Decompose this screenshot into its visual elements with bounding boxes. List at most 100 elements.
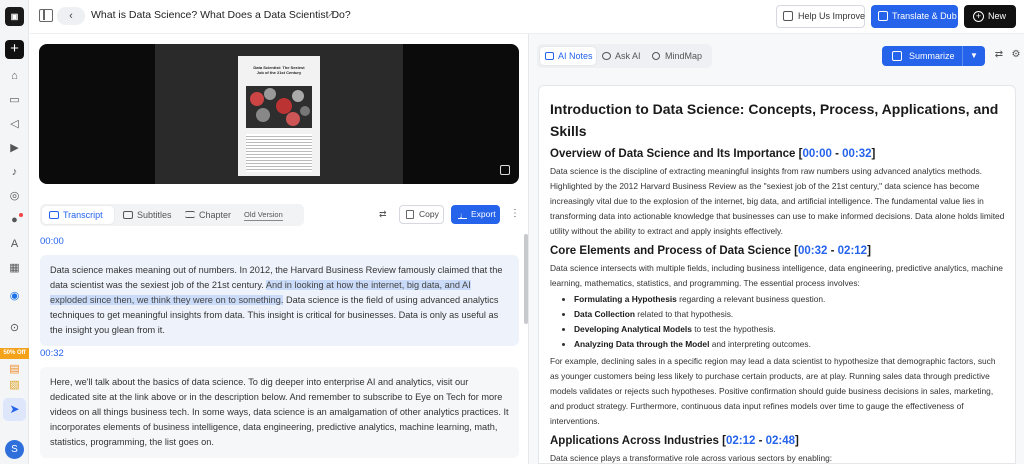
copy-icon — [406, 210, 414, 219]
notes-paragraph: Data science plays a transformative role… — [550, 453, 833, 463]
summarize-dropdown-chevron-icon[interactable]: ▼ — [962, 46, 985, 66]
home-icon[interactable]: ⌂ — [6, 68, 23, 85]
more-options-icon[interactable]: ⋮ — [510, 208, 520, 220]
settings-gear-icon[interactable]: ⚙ — [1010, 49, 1022, 61]
tab-ai-notes-label: AI Notes — [558, 51, 593, 61]
notes-paragraph: For example, declining sales in a specif… — [550, 356, 996, 426]
list-item: Data Collection related to that hypothes… — [574, 307, 1005, 322]
segment-text[interactable]: Data science makes meaning out of number… — [40, 255, 519, 346]
page-title: What is Data Science? What Does a Data S… — [91, 9, 351, 21]
timestamp-link[interactable]: 02:12 — [726, 435, 755, 447]
tab-transcript[interactable]: Transcript — [42, 206, 114, 224]
fullscreen-icon[interactable] — [500, 165, 510, 175]
copy-button[interactable]: Copy — [399, 205, 444, 224]
app-logo-icon[interactable]: ▣ — [5, 7, 24, 26]
tab-transcript-label: Transcript — [63, 210, 103, 220]
plus-circle-icon: + — [973, 11, 984, 22]
transcript-segment[interactable]: 00:00 Data science makes meaning out of … — [40, 236, 519, 346]
translate-icon — [878, 11, 888, 21]
top-bar: ‹ What is Data Science? What Does a Data… — [30, 0, 1024, 34]
mindmap-icon — [652, 52, 660, 60]
podcast-icon[interactable]: ● — [6, 212, 23, 229]
new-plus-button[interactable]: + — [5, 40, 24, 59]
notes-section-heading: Overview of Data Science and Its Importa… — [550, 148, 876, 160]
notes-paragraph: Data science intersects with multiple fi… — [550, 263, 1003, 288]
section-heading-text: Applications Across Industries — [550, 435, 723, 447]
notes-title: Introduction to Data Science: Concepts, … — [550, 101, 999, 139]
help-label: Help Us Improve — [798, 11, 866, 21]
list-item: Formulating a Hypothesis regarding a rel… — [574, 292, 1005, 307]
video-document-page: Data Scientist: The Sexiest Job of the 2… — [238, 56, 320, 176]
segment-timestamp[interactable]: 00:32 — [40, 348, 519, 360]
transcript-segment[interactable]: 00:32 Here, we'll talk about the basics … — [40, 348, 519, 458]
tab-ask-ai[interactable]: Ask AI — [597, 47, 647, 65]
section-heading-text: Overview of Data Science and Its Importa… — [550, 148, 799, 160]
instagram-icon[interactable]: ◎ — [6, 188, 23, 205]
tab-mindmap-label: MindMap — [665, 51, 703, 61]
summarize-button[interactable]: Summarize ▼ — [882, 46, 985, 66]
translate-label: Translate & Dub — [892, 11, 957, 21]
extension-icon[interactable]: ⊙ — [6, 320, 23, 337]
rocket-icon[interactable]: ➤ — [3, 398, 26, 421]
cc-icon — [49, 211, 59, 219]
summarize-label: Summarize — [909, 51, 955, 61]
help-us-improve-button[interactable]: Help Us Improve — [776, 5, 865, 28]
timestamp-link[interactable]: 00:32 — [798, 245, 827, 257]
segment-text[interactable]: Here, we'll talk about the basics of dat… — [40, 367, 519, 458]
video-poster-art — [246, 86, 312, 128]
feedback-icon — [783, 11, 793, 21]
notes-tabs: AI Notes Ask AI MindMap — [537, 44, 712, 68]
video-poster-title: Data Scientist: The Sexiest Job of the 2… — [253, 65, 305, 75]
ai-chat-icon — [602, 52, 611, 60]
left-rail: ▣ + ⌂ ▭ ◁ ▶ ♪ ◎ ● A ▦ ◉ ⊙ 50% Off ▤ ▧ ➤ … — [0, 0, 29, 464]
tiktok-icon[interactable]: ♪ — [6, 164, 23, 181]
copy-label: Copy — [419, 209, 439, 219]
youtube-icon[interactable]: ▶ — [6, 140, 23, 157]
old-version-link[interactable]: Old Version — [244, 210, 283, 221]
sidebar-toggle-icon[interactable] — [39, 9, 53, 22]
translate-icon[interactable]: A — [6, 236, 23, 253]
tab-chapter[interactable]: Chapter — [178, 206, 242, 224]
translate-small-icon[interactable]: ⇄ — [379, 209, 390, 220]
export-button[interactable]: Export — [451, 205, 500, 225]
captions-icon[interactable]: ▭ — [6, 92, 23, 109]
video-frame: Data Scientist: The Sexiest Job of the 2… — [155, 44, 403, 184]
list-item: Developing Analytical Models to test the… — [574, 322, 1005, 337]
avatar[interactable]: S — [5, 440, 24, 459]
tab-chapter-label: Chapter — [199, 210, 232, 220]
notes-section-heading: Core Elements and Process of Data Scienc… — [550, 245, 871, 257]
translate-notes-icon[interactable]: ⇄ — [993, 49, 1005, 61]
new-button[interactable]: + New — [964, 5, 1016, 28]
back-button[interactable]: ‹ — [57, 7, 85, 25]
document-icon[interactable]: ▧ — [6, 377, 23, 394]
timestamp-link[interactable]: 02:48 — [766, 435, 795, 447]
cc-icon — [123, 211, 133, 219]
ai-notes-content: Introduction to Data Science: Concepts, … — [538, 85, 1016, 464]
left-panel: Data Scientist: The Sexiest Job of the 2… — [30, 34, 528, 464]
audio-icon[interactable]: ◁ — [6, 116, 23, 133]
sale-badge[interactable]: 50% Off — [0, 348, 29, 359]
tab-ask-ai-label: Ask AI — [615, 51, 641, 61]
segment-timestamp[interactable]: 00:00 — [40, 236, 519, 248]
timestamp-link[interactable]: 00:00 — [802, 148, 831, 160]
apps-grid-icon[interactable]: ▦ — [6, 260, 23, 277]
app-window: ▣ + ⌂ ▭ ◁ ▶ ♪ ◎ ● A ▦ ◉ ⊙ 50% Off ▤ ▧ ➤ … — [0, 0, 1024, 464]
tab-subtitles[interactable]: Subtitles — [116, 206, 182, 224]
tab-ai-notes[interactable]: AI Notes — [540, 47, 596, 65]
tab-mindmap[interactable]: MindMap — [647, 47, 709, 65]
timestamp-link[interactable]: 02:12 — [838, 245, 867, 257]
notes-paragraph: Data science is the discipline of extrac… — [550, 166, 1005, 236]
chrome-icon[interactable]: ◉ — [6, 288, 23, 305]
video-player[interactable]: Data Scientist: The Sexiest Job of the 2… — [39, 44, 519, 184]
timestamp-link[interactable]: 00:32 — [842, 148, 871, 160]
section-heading-text: Core Elements and Process of Data Scienc… — [550, 245, 795, 257]
download-icon — [458, 206, 467, 225]
new-label: New — [988, 11, 1007, 21]
translate-dub-button[interactable]: Translate & Dub — [871, 5, 958, 28]
open-external-icon[interactable]: ↗ — [327, 9, 338, 20]
video-poster-text — [246, 134, 312, 172]
list-icon — [185, 211, 195, 218]
notes-list: Formulating a Hypothesis regarding a rel… — [550, 292, 1005, 352]
gift-icon[interactable]: ▤ — [6, 361, 23, 378]
tab-subtitles-label: Subtitles — [137, 210, 172, 220]
